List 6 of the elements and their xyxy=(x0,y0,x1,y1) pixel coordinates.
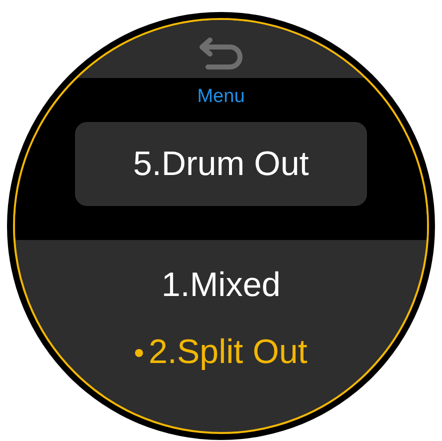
back-icon[interactable] xyxy=(198,36,244,70)
menu-option[interactable]: 1.Mixed xyxy=(161,266,281,305)
menu-option[interactable]: 2.Split Out xyxy=(134,333,308,372)
current-value-box[interactable]: 5.Drum Out xyxy=(75,122,367,206)
menu-title: Menu xyxy=(197,86,245,108)
selected-dot-icon xyxy=(134,348,143,356)
